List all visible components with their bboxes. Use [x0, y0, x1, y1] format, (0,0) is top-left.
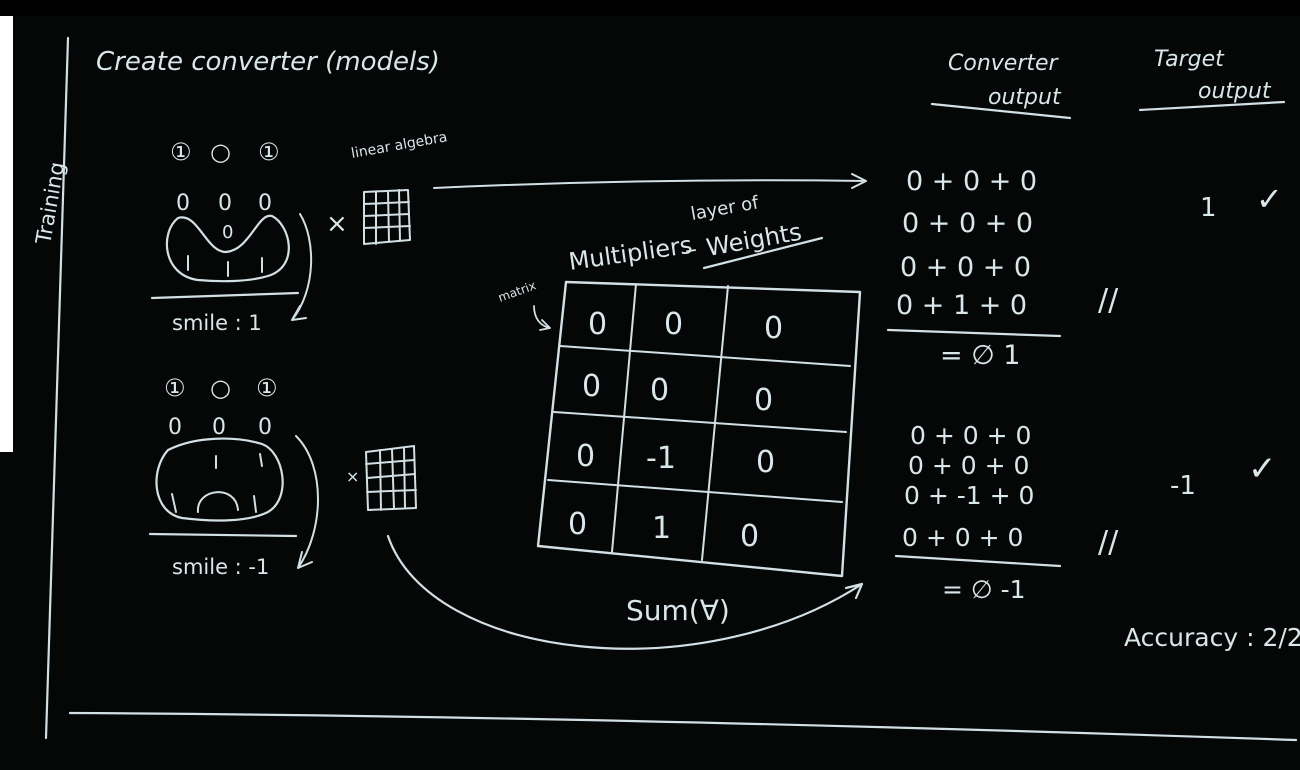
weight-r1-c2: 0: [664, 307, 683, 342]
output-1-equal-mark: //: [1098, 283, 1119, 318]
weight-r1-c3: 0: [764, 311, 783, 346]
output-2-row-2: 0 + 0 + 0: [908, 451, 1029, 480]
face-2-mid-left: 0: [168, 415, 182, 440]
weight-r3-c2: -1: [646, 441, 676, 476]
face-1-mid-mid: 0: [218, 191, 232, 216]
output-2-result: = ∅ -1: [942, 575, 1026, 604]
output-2-equal-mark: //: [1098, 525, 1119, 560]
chalkboard: Training Create converter (models) ① ○ ①…: [0, 0, 1300, 770]
white-edge: [0, 16, 13, 452]
output-2-target: -1: [1170, 471, 1196, 501]
weight-r2-c3: 0: [754, 383, 773, 418]
output-1-row-2: 0 + 0 + 0: [902, 208, 1033, 239]
example-1-caption: smile : 1: [172, 311, 262, 335]
face-2-mid-mid: 0: [212, 415, 226, 440]
converter-header-line2: output: [988, 85, 1062, 110]
weight-r4-c3: 0: [740, 519, 759, 554]
output-2-row-4: 0 + 0 + 0: [902, 523, 1023, 552]
target-header-line1: Target: [1154, 47, 1225, 72]
output-1-check-icon: ✓: [1256, 180, 1283, 218]
sum-label: Sum(∀): [626, 594, 730, 627]
weight-r3-c1: 0: [576, 439, 595, 474]
weight-r2-c2: 0: [650, 373, 669, 408]
face-2-mid-right: 0: [258, 415, 272, 440]
multiply-sign-1: ×: [326, 209, 348, 239]
accuracy-label: Accuracy : 2/2: [1124, 623, 1300, 652]
board-title: Create converter (models): [96, 47, 440, 77]
output-2-check-icon: ✓: [1248, 449, 1277, 489]
face-1-mid-right: 0: [258, 191, 272, 216]
multiply-sign-2: ×: [346, 467, 359, 486]
output-1-target: 1: [1200, 193, 1217, 223]
face-1-mid-left: 0: [176, 191, 190, 216]
weight-r2-c1: 0: [582, 369, 601, 404]
face-2-top-mid: ○: [210, 374, 231, 402]
target-header-line2: output: [1198, 79, 1272, 104]
face-1-mouth-digit: 0: [222, 222, 233, 243]
output-1-row-1: 0 + 0 + 0: [906, 166, 1037, 197]
weight-r3-c3: 0: [756, 445, 775, 480]
weight-r4-c2: 1: [652, 511, 671, 546]
face-1-top-mid: ○: [210, 138, 231, 166]
converter-header-line1: Converter: [948, 51, 1060, 76]
output-1-row-3: 0 + 0 + 0: [900, 252, 1031, 283]
top-bar: [0, 0, 1300, 16]
example-2-caption: smile : -1: [172, 555, 269, 579]
face-2-top-left: ①: [164, 374, 186, 402]
face-1-top-right: ①: [258, 138, 280, 166]
output-2-row-3: 0 + -1 + 0: [904, 481, 1034, 510]
output-2-row-1: 0 + 0 + 0: [910, 421, 1031, 450]
weight-r4-c1: 0: [568, 507, 587, 542]
output-1-row-4: 0 + 1 + 0: [896, 290, 1027, 321]
output-1-result: = ∅ 1: [940, 340, 1021, 371]
weight-r1-c1: 0: [588, 307, 607, 342]
face-1-top-left: ①: [170, 138, 192, 166]
face-2-top-right: ①: [256, 374, 278, 402]
